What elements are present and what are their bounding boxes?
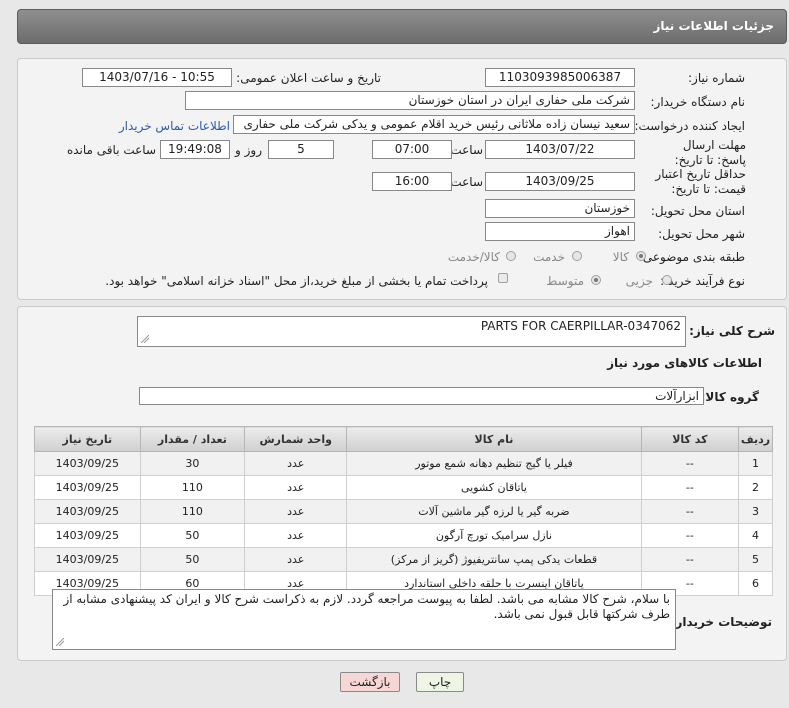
province-label: استان محل تحویل: [650, 204, 745, 218]
page-title: جزئیات اطلاعات نیاز [653, 19, 774, 33]
summary-field[interactable]: PARTS FOR CAERPILLAR-0347062 [137, 316, 686, 347]
buyer-notes-text: با سلام، شرح کالا مشابه می باشد. لطفا به… [63, 592, 670, 621]
summary-text: PARTS FOR CAERPILLAR-0347062 [480, 319, 681, 333]
row-number: 2 [738, 475, 773, 500]
column-header-row-number: ردیف [738, 426, 773, 452]
item-code: -- [640, 451, 740, 476]
item-name: فیلر یا گیج تنظیم دهانه شمع موتور [346, 451, 642, 476]
item-name: یاتاقان کشویی [346, 475, 642, 500]
deadline-label: مهلت ارسال پاسخ: تا تاریخ: [674, 138, 746, 167]
category-label: طبقه بندی موضوعی: [638, 250, 745, 264]
process-radio-medium[interactable] [591, 275, 601, 285]
item-quantity: 50 [139, 547, 246, 572]
category-option-goods-service: کالا/خدمت [447, 250, 500, 264]
item-name: قطعات یدکی پمپ سانتریفیوژ (گریز از مرکز) [346, 547, 642, 572]
item-name: نازل سرامیک تورچ آرگون [346, 523, 642, 548]
goods-info-title: اطلاعات کالاهای مورد نیاز [607, 356, 762, 370]
validity-date-field[interactable]: 1403/09/25 [485, 172, 635, 191]
item-date: 1403/09/25 [34, 499, 141, 524]
city-field[interactable]: اهواز [485, 222, 635, 241]
item-quantity: 110 [139, 475, 246, 500]
remaining-time-field[interactable]: 19:49:08 [160, 140, 230, 159]
column-header-unit: واحد شمارش [244, 426, 348, 452]
item-unit: عدد [244, 499, 348, 524]
process-radio-minor[interactable] [662, 275, 672, 285]
table-row: 2 -- یاتاقان کشویی عدد 110 1403/09/25 [34, 475, 773, 500]
resize-grip-icon[interactable] [141, 335, 149, 343]
table-row: 5 -- قطعات یدکی پمپ سانتریفیوژ (گریز از … [34, 547, 773, 572]
item-date: 1403/09/25 [34, 523, 141, 548]
buyer-org-field[interactable]: شرکت ملی حفاری ایران در استان خوزستان [185, 91, 635, 110]
item-quantity: 110 [139, 499, 246, 524]
item-code: -- [640, 547, 740, 572]
deadline-date-field[interactable]: 1403/07/22 [485, 140, 635, 159]
days-label: روز و [235, 143, 262, 157]
row-number: 3 [738, 499, 773, 524]
remaining-label: ساعت باقی مانده [66, 143, 156, 157]
buyer-notes-field[interactable]: با سلام، شرح کالا مشابه می باشد. لطفا به… [52, 589, 676, 650]
row-number: 6 [738, 571, 773, 596]
announce-label: تاریخ و ساعت اعلان عمومی: [236, 71, 381, 85]
table-header-row: ردیف کد کالا نام کالا واحد شمارش تعداد /… [34, 426, 773, 452]
item-date: 1403/09/25 [34, 547, 141, 572]
need-number-label: شماره نیاز: [688, 71, 745, 85]
item-quantity: 30 [139, 451, 246, 476]
contact-link[interactable]: اطلاعات تماس خریدار [119, 119, 230, 133]
column-header-name: نام کالا [346, 426, 642, 452]
back-button[interactable]: بازگشت [340, 672, 400, 692]
item-unit: عدد [244, 547, 348, 572]
buyer-org-label: نام دستگاه خریدار: [650, 95, 746, 109]
summary-label: شرح کلی نیاز: [689, 324, 775, 338]
creator-field[interactable]: سعید نیسان زاده ملاثانی رئیس خرید اقلام … [233, 115, 635, 134]
item-unit: عدد [244, 523, 348, 548]
item-date: 1403/09/25 [34, 475, 141, 500]
category-radio-goods-service[interactable] [506, 251, 516, 261]
item-code: -- [640, 523, 740, 548]
column-header-quantity: تعداد / مقدار [139, 426, 246, 452]
print-button[interactable]: چاپ [416, 672, 464, 692]
deadline-time-label: ساعت [450, 143, 483, 157]
category-radio-goods[interactable] [636, 251, 646, 261]
item-code: -- [640, 475, 740, 500]
group-field[interactable]: ابزارآلات [139, 387, 704, 405]
payment-note: پرداخت تمام یا بخشی از مبلغ خرید،از محل … [105, 274, 488, 288]
creator-label: ایجاد کننده درخواست: [634, 119, 745, 133]
category-radio-service[interactable] [572, 251, 582, 261]
page-header: جزئیات اطلاعات نیاز [17, 9, 787, 44]
announce-field[interactable]: 1403/07/16 - 10:55 [82, 68, 232, 87]
group-label: گروه کالا: [700, 390, 759, 404]
table-row: 4 -- نازل سرامیک تورچ آرگون عدد 50 1403/… [34, 523, 773, 548]
table-row: 3 -- ضربه گیر یا لرزه گیر ماشین آلات عدد… [34, 499, 773, 524]
deadline-time-field[interactable]: 07:00 [372, 140, 452, 159]
validity-time-label: ساعت [450, 175, 483, 189]
column-header-date: تاریخ نیاز [34, 426, 141, 452]
item-date: 1403/09/25 [34, 451, 141, 476]
row-number: 5 [738, 547, 773, 572]
row-number: 4 [738, 523, 773, 548]
buyer-notes-label: توضیحات خریدار: [670, 615, 772, 629]
resize-grip-icon[interactable] [56, 638, 64, 646]
city-label: شهر محل تحویل: [658, 227, 745, 241]
process-option-medium: متوسط [546, 274, 584, 288]
validity-time-field[interactable]: 16:00 [372, 172, 452, 191]
process-label: نوع فرآیند خرید : [660, 274, 745, 288]
items-table: ردیف کد کالا نام کالا واحد شمارش تعداد /… [34, 426, 773, 596]
column-header-code: کد کالا [640, 426, 740, 452]
days-field[interactable]: 5 [268, 140, 334, 159]
need-number-field[interactable]: 1103093985006387 [485, 68, 635, 87]
item-code: -- [640, 499, 740, 524]
process-option-minor: جزیی [625, 274, 653, 288]
item-unit: عدد [244, 451, 348, 476]
item-quantity: 50 [139, 523, 246, 548]
category-option-goods: کالا [612, 250, 629, 264]
province-field[interactable]: خوزستان [485, 199, 635, 218]
validity-label: حداقل تاریخ اعتبار قیمت: تا تاریخ: [655, 167, 746, 196]
row-number: 1 [738, 451, 773, 476]
category-option-service: خدمت [533, 250, 565, 264]
table-row: 1 -- فیلر یا گیج تنظیم دهانه شمع موتور ع… [34, 451, 773, 476]
payment-checkbox[interactable] [498, 273, 508, 283]
item-unit: عدد [244, 475, 348, 500]
item-name: ضربه گیر یا لرزه گیر ماشین آلات [346, 499, 642, 524]
